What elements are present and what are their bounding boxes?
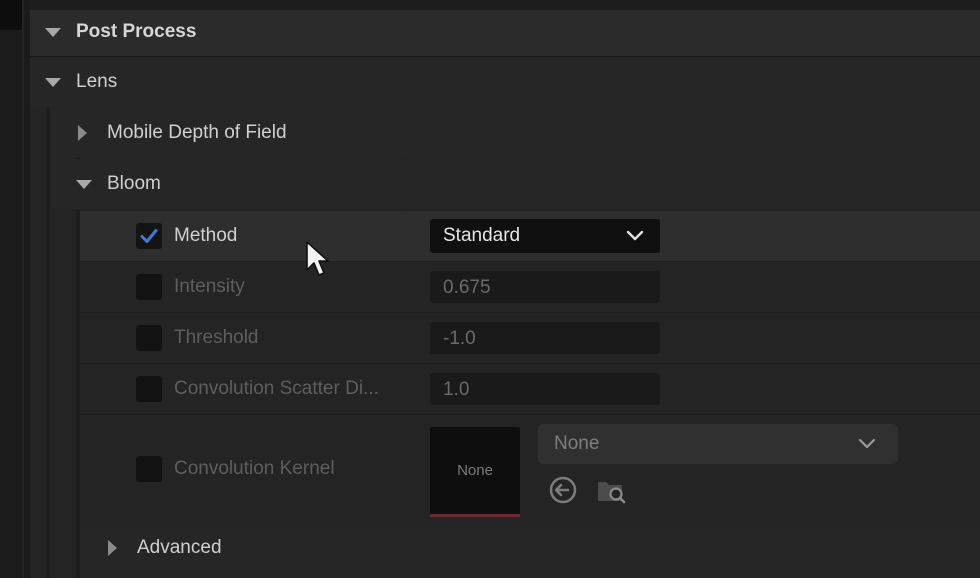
details-panel: Post Process Lens Mobile Depth of Field … xyxy=(30,0,980,578)
override-checkbox-method[interactable] xyxy=(136,223,162,249)
expand-arrow-icon[interactable] xyxy=(76,180,92,189)
property-row-convolution-kernel[interactable]: Convolution Kernel None None xyxy=(80,414,980,529)
category-label: Advanced xyxy=(137,537,222,558)
override-checkbox-convolution-kernel[interactable] xyxy=(136,456,162,482)
category-label: Lens xyxy=(76,71,118,92)
expand-arrow-icon[interactable] xyxy=(45,28,61,37)
category-bloom[interactable]: Bloom xyxy=(50,159,980,209)
left-sidebar-strip xyxy=(0,0,30,578)
thumbnail-label: None xyxy=(457,462,493,479)
browse-folder-icon[interactable] xyxy=(594,473,628,507)
property-label-convolution-kernel: Convolution Kernel xyxy=(174,458,335,479)
expand-arrow-icon[interactable] xyxy=(45,78,61,87)
chevron-down-icon xyxy=(626,230,644,241)
panel-top-edge xyxy=(30,0,980,10)
method-dropdown-value: Standard xyxy=(443,225,521,246)
chevron-down-icon xyxy=(858,438,876,449)
expand-arrow-icon[interactable] xyxy=(78,125,87,141)
expand-arrow-icon[interactable] xyxy=(108,540,117,556)
intensity-input[interactable]: 0.675 xyxy=(430,271,660,303)
property-label-threshold: Threshold xyxy=(174,327,259,348)
reset-to-default-icon[interactable] xyxy=(546,473,580,507)
category-lens[interactable]: Lens xyxy=(30,57,980,107)
left-strip-separator xyxy=(22,0,24,578)
override-checkbox-threshold[interactable] xyxy=(136,325,162,351)
property-row-method[interactable]: Method Standard xyxy=(80,210,980,261)
thumbnail-underline xyxy=(430,514,520,517)
property-row-threshold[interactable]: Threshold -1.0 xyxy=(80,312,980,363)
category-label: Post Process xyxy=(76,21,197,42)
checkmark-icon xyxy=(140,229,158,243)
property-row-intensity[interactable]: Intensity 0.675 xyxy=(80,261,980,312)
intensity-value: 0.675 xyxy=(443,277,491,298)
property-label-convolution-scatter: Convolution Scatter Di... xyxy=(174,378,379,399)
convolution-scatter-input[interactable]: 1.0 xyxy=(430,373,660,405)
category-label: Mobile Depth of Field xyxy=(107,122,287,143)
category-mobile-depth-of-field[interactable]: Mobile Depth of Field xyxy=(50,108,980,158)
texture-thumbnail[interactable]: None xyxy=(430,427,520,517)
category-label: Bloom xyxy=(107,173,161,194)
category-post-process[interactable]: Post Process xyxy=(30,10,980,57)
property-row-convolution-scatter[interactable]: Convolution Scatter Di... 1.0 xyxy=(80,363,980,414)
convolution-kernel-asset-picker[interactable]: None xyxy=(538,424,898,464)
override-checkbox-convolution-scatter[interactable] xyxy=(136,376,162,402)
property-label-intensity: Intensity xyxy=(174,276,245,297)
convolution-scatter-value: 1.0 xyxy=(443,379,470,400)
mouse-pointer-icon xyxy=(306,241,329,276)
method-dropdown[interactable]: Standard xyxy=(430,219,660,253)
property-label-method: Method xyxy=(174,225,238,246)
category-advanced[interactable]: Advanced xyxy=(80,528,980,578)
asset-picker-value: None xyxy=(554,433,600,454)
threshold-value: -1.0 xyxy=(443,328,476,349)
override-checkbox-intensity[interactable] xyxy=(136,274,162,300)
left-strip-top xyxy=(0,0,22,30)
threshold-input[interactable]: -1.0 xyxy=(430,322,660,354)
